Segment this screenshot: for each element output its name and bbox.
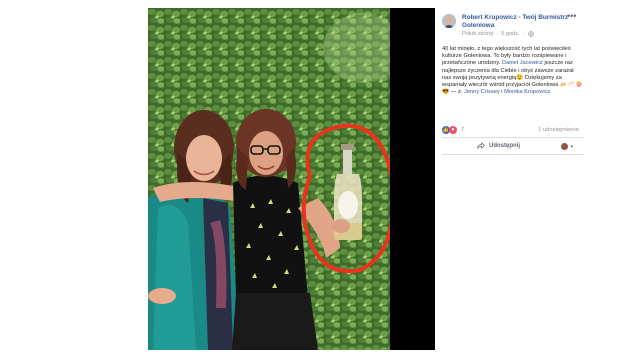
- lightbox-gutter: [390, 8, 435, 350]
- post-photo[interactable]: [148, 8, 390, 350]
- mini-avatar: [561, 143, 569, 150]
- divider: [442, 154, 584, 155]
- chevron-down-icon: ▾: [570, 143, 573, 150]
- photo-scene: [148, 8, 390, 350]
- with-prefix: — z:: [450, 89, 463, 96]
- share-label: Udostępnij: [489, 142, 520, 149]
- post-timestamp[interactable]: 5 godz.: [501, 31, 519, 37]
- reaction-count: 7: [461, 127, 465, 133]
- like-page-link[interactable]: Polub stronę: [462, 31, 493, 37]
- mention-link[interactable]: Jenny Crissey: [464, 89, 500, 95]
- profile-switcher[interactable]: ▾: [561, 143, 573, 150]
- with-and: i: [501, 89, 503, 96]
- post-body: 40 lat minęło, z tego większość tych lat…: [442, 46, 584, 96]
- globe-icon: [527, 31, 534, 37]
- meta-separator: ·: [496, 31, 499, 37]
- love-reaction-icon: ♥: [449, 126, 457, 134]
- author-avatar[interactable]: [442, 14, 456, 28]
- mention-link[interactable]: Monika Krupowicz: [504, 89, 550, 95]
- share-icon: [477, 142, 485, 149]
- reactions-summary[interactable]: 👍 ♥ 7: [442, 126, 464, 134]
- meta-separator: ·: [522, 31, 525, 37]
- author-name[interactable]: Robert Krupowicz - Twój Burmistrz Goleni…: [462, 14, 574, 30]
- share-count[interactable]: 1 udostępnienie: [538, 127, 579, 133]
- share-button[interactable]: Udostępnij: [477, 142, 520, 149]
- mention-link[interactable]: Daniel Jacewicz: [502, 60, 543, 66]
- post-meta: Polub stronę · 5 godz. ·: [462, 31, 534, 37]
- post-sidebar: Robert Krupowicz - Twój Burmistrz Goleni…: [435, 8, 587, 350]
- more-options-icon[interactable]: •••: [567, 11, 576, 21]
- divider: [442, 137, 584, 138]
